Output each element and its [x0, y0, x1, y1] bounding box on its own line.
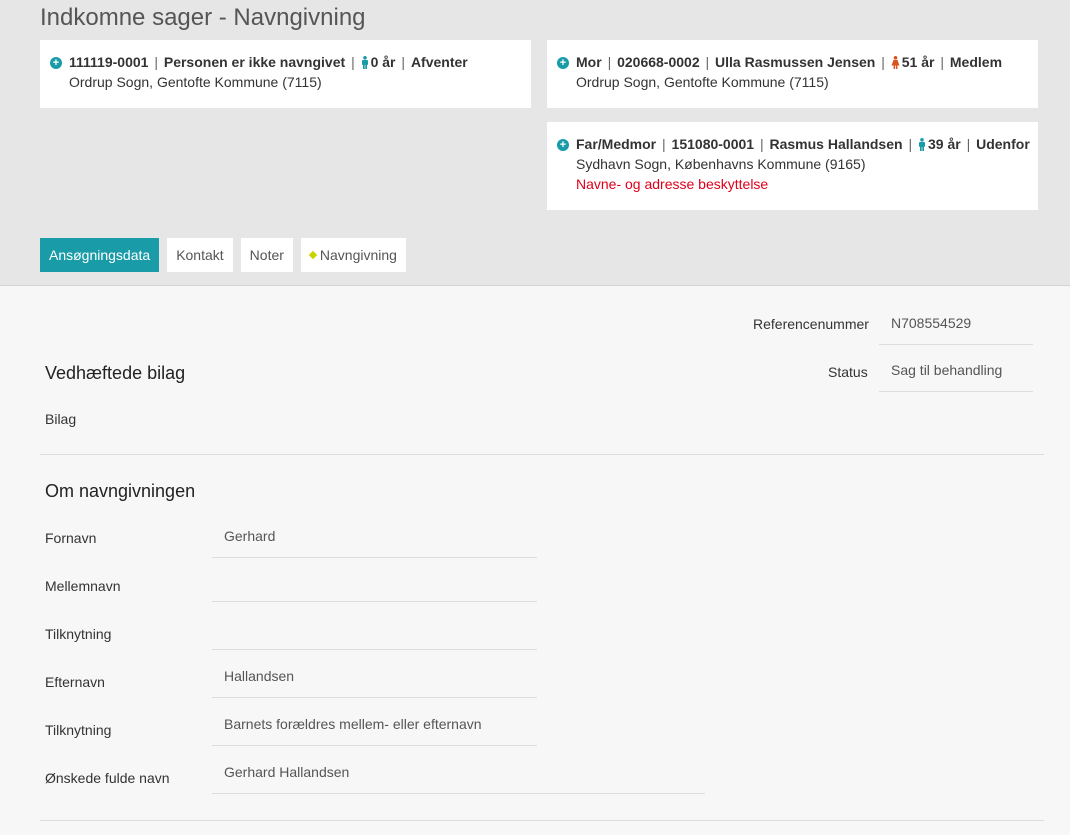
last-name-relation-field[interactable]: Barnets forældres mellem- eller efternav…	[212, 710, 537, 746]
last-name-label: Efternavn	[45, 674, 105, 690]
plus-circle-icon[interactable]: +	[50, 57, 62, 69]
middle-name-label: Mellemnavn	[45, 578, 121, 594]
tab-contact[interactable]: Kontakt	[167, 238, 233, 272]
child-status: Afventer	[410, 54, 468, 70]
mother-cpr: 020668-0002	[617, 54, 700, 70]
tab-application-data[interactable]: Ansøgningsdata	[40, 238, 160, 272]
reference-label: Referencenummer	[753, 316, 869, 332]
mother-card: + Mor | 020668-0002 | Ulla Rasmussen Jen…	[547, 40, 1038, 108]
child-parish: Ordrup Sogn, Gentofte Kommune (7115)	[69, 74, 322, 90]
child-card: + 111119-0001 | Personen er ikke navngiv…	[40, 40, 531, 108]
father-age: 39 år	[927, 136, 961, 152]
page-title: Indkomne sager - Navngivning	[40, 4, 366, 31]
separator: |	[759, 136, 764, 152]
child-cpr: 111119-0001	[69, 54, 149, 70]
attachments-label: Bilag	[45, 411, 77, 427]
separator: |	[705, 54, 710, 70]
female-person-icon	[891, 56, 900, 69]
plus-circle-icon[interactable]: +	[557, 57, 569, 69]
tab-notes[interactable]: Noter	[240, 238, 293, 272]
middle-name-relation-field[interactable]	[212, 614, 537, 650]
mother-role: Mor	[576, 54, 602, 70]
tab-naming[interactable]: Navngivning	[300, 238, 406, 272]
last-name-field[interactable]: Hallandsen	[212, 662, 537, 698]
reference-field: N708554529	[879, 309, 1033, 345]
male-person-icon	[918, 138, 926, 151]
separator: |	[607, 54, 612, 70]
separator: |	[881, 54, 885, 70]
father-cpr: 151080-0001	[671, 136, 755, 152]
last-name-relation-label: Tilknytning	[45, 722, 112, 738]
father-parish: Sydhavn Sogn, Københavns Kommune (9165)	[576, 156, 866, 172]
full-name-label: Ønskede fulde navn	[45, 770, 170, 786]
diamond-marker-icon	[308, 250, 318, 260]
tab-bar: Ansøgningsdata Kontakt Noter Navngivning	[40, 238, 406, 272]
attachments-title: Vedhæftede bilag	[45, 363, 186, 383]
case-header: Indkomne sager - Navngivning + 111119-00…	[0, 0, 1070, 286]
mother-name: Ulla Rasmussen Jensen	[715, 54, 876, 70]
father-status: Udenfor	[976, 136, 1030, 152]
separator: |	[662, 136, 666, 152]
separator: |	[940, 54, 944, 70]
naming-title: Om navngivningen	[45, 481, 196, 501]
mother-parish: Ordrup Sogn, Gentofte Kommune (7115)	[576, 74, 829, 90]
separator: |	[966, 136, 971, 152]
father-role: Far/Medmor	[576, 136, 657, 152]
plus-circle-icon[interactable]: +	[557, 139, 569, 151]
separator: |	[401, 54, 406, 70]
full-name-field[interactable]: Gerhard Hallandsen	[212, 758, 705, 794]
separator: |	[351, 54, 355, 70]
status-field: Sag til behandling	[879, 356, 1033, 392]
protection-warning: Navne- og adresse beskyttelse	[576, 176, 769, 192]
father-name: Rasmus Hallandsen	[769, 136, 903, 152]
mother-age: 51 år	[901, 54, 935, 70]
section-divider	[40, 820, 1044, 821]
status-label: Status	[828, 364, 868, 380]
section-divider	[40, 454, 1044, 455]
main-content: Referencenummer N708554529 Status Sag ti…	[0, 287, 1070, 835]
male-person-icon	[361, 56, 369, 69]
child-age: 0 år	[370, 54, 396, 70]
child-name: Personen er ikke navngivet	[163, 54, 346, 70]
father-card: + Far/Medmor | 151080-0001 | Rasmus Hall…	[547, 122, 1038, 210]
first-name-label: Fornavn	[45, 530, 97, 546]
middle-name-field[interactable]	[212, 566, 537, 602]
separator: |	[908, 136, 913, 152]
mother-status: Medlem	[949, 54, 1003, 70]
first-name-field[interactable]: Gerhard	[212, 522, 537, 558]
middle-name-relation-label: Tilknytning	[45, 626, 112, 642]
tab-naming-label: Navngivning	[319, 247, 397, 263]
separator: |	[154, 54, 158, 70]
